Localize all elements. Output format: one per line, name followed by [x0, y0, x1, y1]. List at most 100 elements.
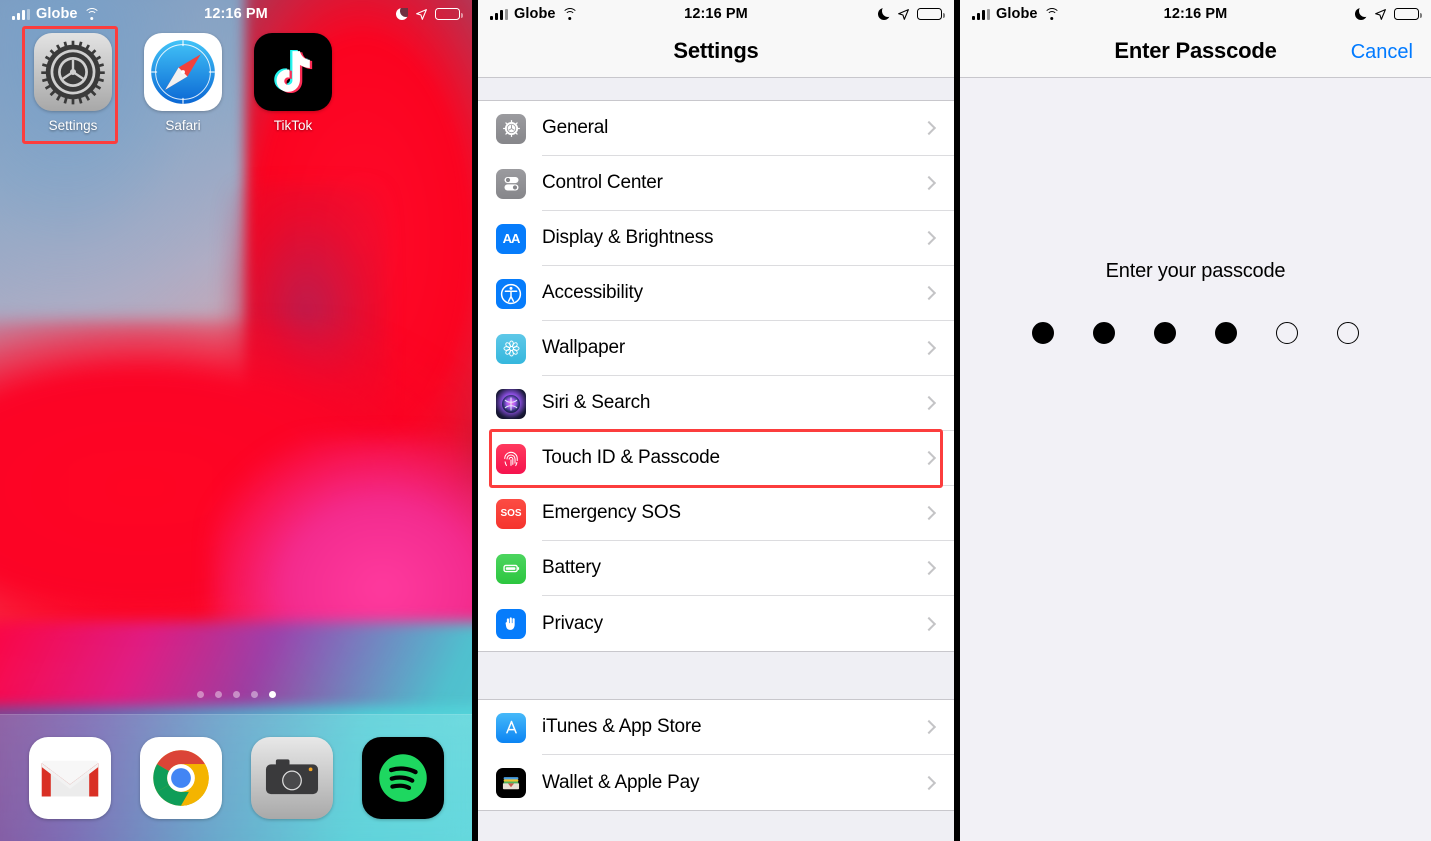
settings-row-wallet-apple-pay[interactable]: Wallet & Apple Pay	[478, 755, 954, 810]
cellular-signal-icon	[972, 8, 990, 20]
app-safari[interactable]: Safari	[128, 33, 238, 133]
settings-row-siri-search[interactable]: Siri & Search	[478, 376, 954, 431]
carrier-label: Globe	[996, 6, 1038, 22]
wifi-icon	[1043, 8, 1060, 20]
do-not-disturb-moon-icon	[396, 8, 409, 20]
clock-label: 12:16 PM	[684, 6, 748, 22]
do-not-disturb-moon-icon	[878, 8, 891, 20]
app-label: Settings	[48, 118, 98, 133]
cellular-signal-icon	[490, 8, 508, 20]
settings-row-general[interactable]: General	[478, 101, 954, 156]
app-tiktok[interactable]: TikTok	[238, 33, 348, 133]
passcode-dot	[1215, 322, 1237, 344]
settings-row-label: iTunes & App Store	[542, 716, 702, 737]
aa-text-size-icon: AA	[496, 223, 526, 254]
passcode-panel: Globe 12:16 PM Enter Passcode Cancel Ent…	[960, 0, 1431, 841]
app-label: TikTok	[273, 118, 313, 133]
settings-row-label: Wallet & Apple Pay	[542, 771, 700, 793]
page-title: Settings	[673, 38, 759, 63]
carrier-label: Globe	[514, 6, 556, 22]
settings-row-display-brightness[interactable]: AA Display & Brightness	[478, 211, 954, 266]
gmail-envelope-icon[interactable]	[28, 736, 111, 819]
list-top-gap	[478, 78, 954, 100]
tiktok-note-icon[interactable]	[254, 33, 332, 111]
privacy-hand-icon	[496, 608, 526, 639]
cancel-button[interactable]: Cancel	[1351, 41, 1413, 64]
chevron-right-icon	[921, 560, 937, 576]
passcode-dots[interactable]	[1032, 322, 1359, 344]
safari-compass-icon[interactable]	[144, 33, 222, 111]
wallpaper-flower-icon	[496, 333, 526, 364]
app-label: Safari	[165, 118, 201, 133]
settings-row-label: General	[542, 117, 609, 138]
passcode-dot	[1093, 322, 1115, 344]
settings-row-label: Siri & Search	[542, 392, 651, 413]
settings-row-touch-id-passcode[interactable]: Touch ID & Passcode	[478, 429, 954, 488]
settings-gear-icon[interactable]	[34, 33, 112, 111]
settings-row-wallpaper[interactable]: Wallpaper	[478, 321, 954, 376]
clock-label: 12:16 PM	[1163, 6, 1228, 22]
chevron-right-icon	[921, 395, 937, 411]
battery-icon	[496, 553, 526, 584]
settings-row-label: Battery	[542, 557, 601, 578]
settings-row-label: Display & Brightness	[542, 227, 714, 248]
passcode-dot	[1337, 322, 1359, 344]
battery-icon	[435, 8, 463, 20]
settings-row-control-center[interactable]: Control Center	[478, 156, 954, 211]
passcode-body: Enter your passcode	[960, 78, 1431, 841]
passcode-dot	[1154, 322, 1176, 344]
battery-icon	[1394, 8, 1422, 20]
sos-icon: SOS	[496, 498, 526, 529]
chevron-right-icon	[921, 719, 937, 735]
app-settings[interactable]: Settings	[18, 33, 128, 133]
list-bottom-gap	[478, 811, 954, 841]
settings-row-label: Accessibility	[542, 282, 643, 303]
chevron-right-icon	[921, 120, 937, 136]
spotify-icon[interactable]	[361, 736, 444, 819]
settings-panel: Globe 12:16 PM Settings General Control …	[478, 0, 954, 841]
page-title: Enter Passcode	[1114, 38, 1277, 63]
battery-icon	[917, 8, 945, 20]
settings-row-emergency-sos[interactable]: SOS Emergency SOS	[478, 486, 954, 541]
gear-icon	[496, 113, 526, 144]
list-group-gap	[478, 652, 954, 699]
carrier-label: Globe	[36, 6, 78, 22]
passcode-dot	[1276, 322, 1298, 344]
settings-row-label: Emergency SOS	[542, 502, 681, 523]
page-indicator-dots	[0, 691, 472, 698]
chevron-right-icon	[921, 340, 937, 356]
status-bar-passcode: Globe 12:16 PM	[960, 0, 1431, 28]
toggles-icon	[496, 168, 526, 199]
accessibility-icon	[496, 278, 526, 309]
wifi-icon	[83, 8, 100, 20]
settings-row-label: Privacy	[542, 612, 603, 634]
settings-group-1: General Control Center AA Display & Brig…	[478, 100, 954, 652]
chevron-right-icon	[921, 775, 937, 790]
dock	[0, 714, 472, 841]
chevron-right-icon	[921, 230, 937, 246]
settings-row-label: Touch ID & Passcode	[542, 447, 720, 468]
fingerprint-icon	[496, 443, 526, 474]
wifi-icon	[561, 8, 578, 20]
status-bar-settings: Globe 12:16 PM	[478, 0, 954, 28]
settings-row-privacy[interactable]: Privacy	[478, 596, 954, 651]
camera-icon[interactable]	[250, 736, 333, 819]
siri-orb-icon	[496, 388, 526, 419]
passcode-dot	[1032, 322, 1054, 344]
app-grid: Settings Safari TikTok	[0, 33, 472, 133]
settings-row-battery[interactable]: Battery	[478, 541, 954, 596]
passcode-prompt: Enter your passcode	[1105, 260, 1286, 282]
wallet-icon	[496, 767, 526, 798]
settings-row-accessibility[interactable]: Accessibility	[478, 266, 954, 321]
chevron-right-icon	[921, 450, 937, 466]
settings-row-itunes-app-store[interactable]: iTunes & App Store	[478, 700, 954, 755]
chevron-right-icon	[921, 616, 937, 631]
chrome-circle-icon[interactable]	[139, 736, 222, 819]
home-screen-panel: Globe 12:16 PM Settings Safari TikTok	[0, 0, 472, 841]
location-arrow-icon	[416, 8, 427, 20]
chevron-right-icon	[921, 285, 937, 301]
location-arrow-icon	[898, 8, 909, 20]
settings-row-label: Wallpaper	[542, 337, 626, 358]
three-panel-screenshot: Globe 12:16 PM Settings Safari TikTok Gl…	[0, 0, 1431, 841]
do-not-disturb-moon-icon	[1355, 8, 1368, 20]
